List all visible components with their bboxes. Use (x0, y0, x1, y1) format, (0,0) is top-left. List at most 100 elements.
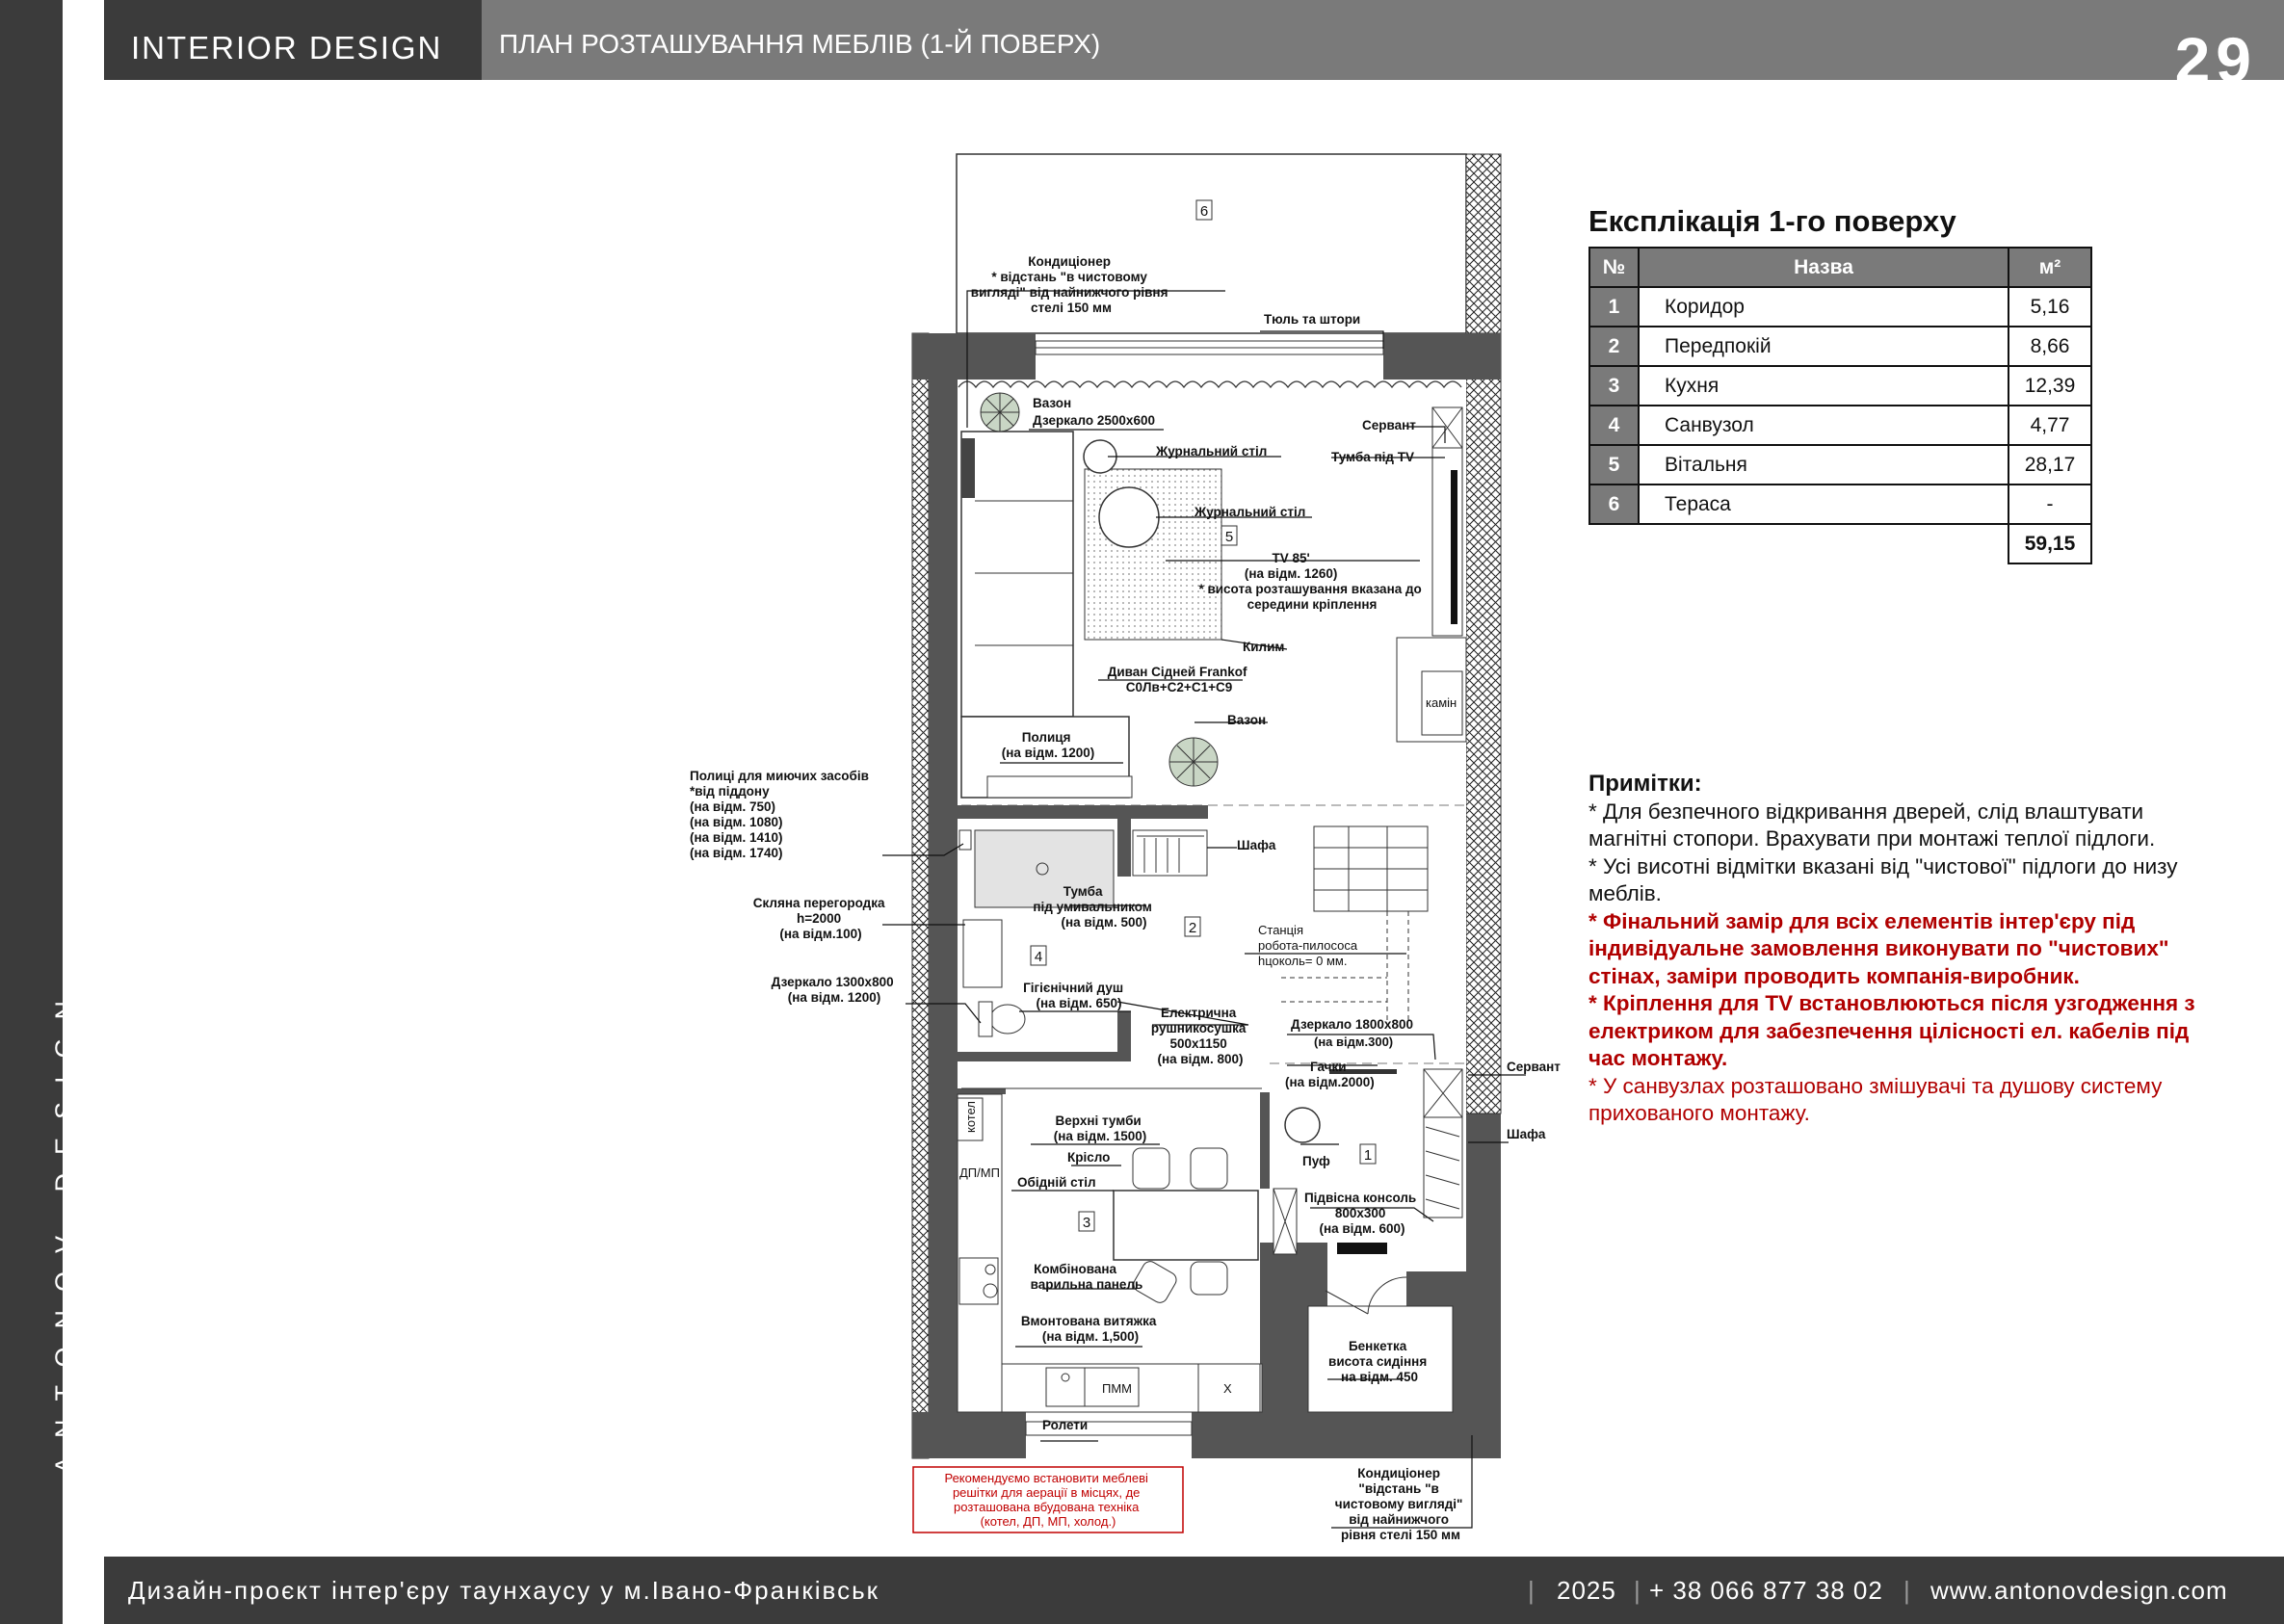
footer-separator: | (1634, 1576, 1641, 1605)
room-no-3: 3 (1083, 1215, 1090, 1231)
row-no: 2 (1588, 326, 1640, 367)
label-wardrobe-low: Шафа (1507, 1127, 1546, 1141)
label-upper-cab: Верхні тумби (на відм. 1500) (1054, 1113, 1147, 1143)
header-no: № (1588, 247, 1640, 288)
note-1: * Для безпечного відкривання дверей, слі… (1588, 799, 2156, 851)
notes-title: Примітки: (1588, 771, 1702, 797)
footer-separator: | (1528, 1576, 1535, 1605)
notes: Примітки: * Для безпечного відкривання д… (1588, 771, 2224, 1128)
label-dishwasher: ПММ (1102, 1381, 1132, 1396)
row-area: 5,16 (2008, 286, 2092, 327)
table-row: 5 Вітальня 28,17 (1588, 444, 2092, 485)
shelves-wash (958, 829, 972, 851)
table-row: 6 Тераса - (1588, 484, 2092, 525)
note-4: * Кріплення для TV встановлюються після … (1588, 991, 2195, 1070)
row-name: Коридор (1638, 286, 2009, 327)
note-5: * У санвузлах розташовано змішувачі та д… (1588, 1073, 2163, 1126)
room-no-4: 4 (1035, 949, 1042, 965)
radiator (1337, 1243, 1387, 1254)
header-area: м² (2008, 247, 2092, 288)
sofa (960, 431, 1074, 718)
label-ac-bottom: Кондиціонер "відстань "в чистовому вигля… (1335, 1466, 1466, 1542)
footer-phone: + 38 066 877 38 02 (1649, 1576, 1883, 1605)
table-header: № Назва м² (1588, 247, 2092, 288)
label-tulle: Тюль та штори (1264, 312, 1360, 327)
label-rug: Килим (1243, 640, 1284, 654)
label-servant-low: Сервант (1507, 1060, 1561, 1074)
chair-1 (1132, 1147, 1170, 1190)
row-name: Тераса (1638, 484, 2009, 525)
label-tv-stand: Тумба під TV (1331, 450, 1414, 464)
total-area: 59,15 (2008, 523, 2092, 564)
row-area: 8,66 (2008, 326, 2092, 367)
wall-kitchen-top (958, 1088, 1006, 1094)
wall-bottom-left (912, 1412, 1026, 1458)
wall-top-left (912, 333, 1036, 380)
mirror-strip (961, 438, 975, 498)
label-mirror-big: Дзеркало 2500х600 (1033, 413, 1155, 428)
note-2: * Усі висотні відмітки вказані від "чист… (1588, 853, 2178, 906)
wall-kitchen-right (1260, 1092, 1270, 1189)
label-wardrobe-mid: Шафа (1237, 838, 1276, 852)
label-glass: Скляна перегородка h=2000 (на відм.100) (753, 896, 889, 941)
toilet (989, 1004, 1026, 1035)
label-dining: Обідній стіл (1017, 1175, 1096, 1190)
kitchen-counter-left (957, 1093, 1003, 1413)
label-sofa: Диван Сідней Frankof С0Лв+С2+С1+С9 (1108, 665, 1251, 694)
shelf-by-sofa (986, 775, 1133, 799)
table-row: 4 Санвузол 4,77 (1588, 405, 2092, 446)
row-area: - (2008, 484, 2092, 525)
tv (1451, 470, 1457, 624)
terrace-side-wall (1465, 153, 1502, 334)
wall-bath-right (1117, 819, 1131, 877)
row-area: 12,39 (2008, 365, 2092, 406)
label-blinds: Ролети (1042, 1418, 1088, 1432)
label-dpmp: ДП/МП (959, 1166, 1000, 1180)
chair-2 (1190, 1147, 1228, 1190)
label-coffee-2: Журнальний стіл (1194, 505, 1305, 519)
room-no-2: 2 (1189, 920, 1196, 936)
row-name: Кухня (1638, 365, 2009, 406)
note-3: * Фінальний замір для всіх елементів інт… (1588, 908, 2169, 988)
label-x-mark: Х (1223, 1381, 1232, 1396)
plant-top (980, 392, 1020, 432)
row-area: 28,17 (2008, 444, 2092, 485)
explication-title: Експлікація 1-го поверху (1588, 204, 1956, 238)
row-name: Санвузол (1638, 405, 2009, 446)
label-fireplace: камін (1426, 695, 1457, 710)
chair-3 (1190, 1261, 1228, 1296)
footer: Дизайн-проєкт інтер'єру таунхаусу у м.Ів… (104, 1557, 2284, 1624)
label-boiler: котел (963, 1101, 978, 1133)
table-row: 2 Передпокій 8,66 (1588, 326, 2092, 367)
wall-bottom-right (1192, 1412, 1501, 1458)
room-no-5: 5 (1225, 529, 1233, 545)
footer-year: 2025 (1557, 1576, 1616, 1605)
row-area: 4,77 (2008, 405, 2092, 446)
wall-top-right (1383, 333, 1501, 380)
label-ac-top: Кондиціонер * відстань "в чистовому вигл… (971, 254, 1171, 315)
plant-bottom (1168, 737, 1219, 787)
label-mirror-bath: Дзеркало 1300х800 (на відм. 1200) (772, 975, 898, 1005)
label-pouf: Пуф (1302, 1154, 1330, 1168)
footer-website[interactable]: www.antonovdesign.com (1930, 1576, 2228, 1606)
header-name: Назва (1638, 247, 2009, 288)
label-shelves-wash: Полиці для миючих засобів *від піддону (… (690, 769, 873, 860)
row-no: 4 (1588, 405, 1640, 446)
wall-bath-bottom (958, 1052, 1131, 1061)
label-hyg-shower: Гігієнічний душ (на відм. 650) (1023, 981, 1127, 1010)
label-chair: Крісло (1067, 1150, 1110, 1165)
row-no: 1 (1588, 286, 1640, 327)
row-name: Вітальня (1638, 444, 2009, 485)
wall-right-hatch (1465, 332, 1502, 1114)
row-no: 3 (1588, 365, 1640, 406)
bath-cabinet (962, 919, 1003, 988)
row-name: Передпокій (1638, 326, 2009, 367)
footer-separator: | (1903, 1576, 1910, 1605)
label-coffee-1: Журнальний стіл (1155, 444, 1267, 458)
rug (1084, 468, 1222, 641)
table-row: 1 Коридор 5,16 (1588, 286, 2092, 327)
wall-bath-top (958, 805, 1208, 819)
table-row: 3 Кухня 12,39 (1588, 365, 2092, 406)
pouf (1284, 1107, 1321, 1143)
wall-left-outer (911, 332, 930, 1459)
